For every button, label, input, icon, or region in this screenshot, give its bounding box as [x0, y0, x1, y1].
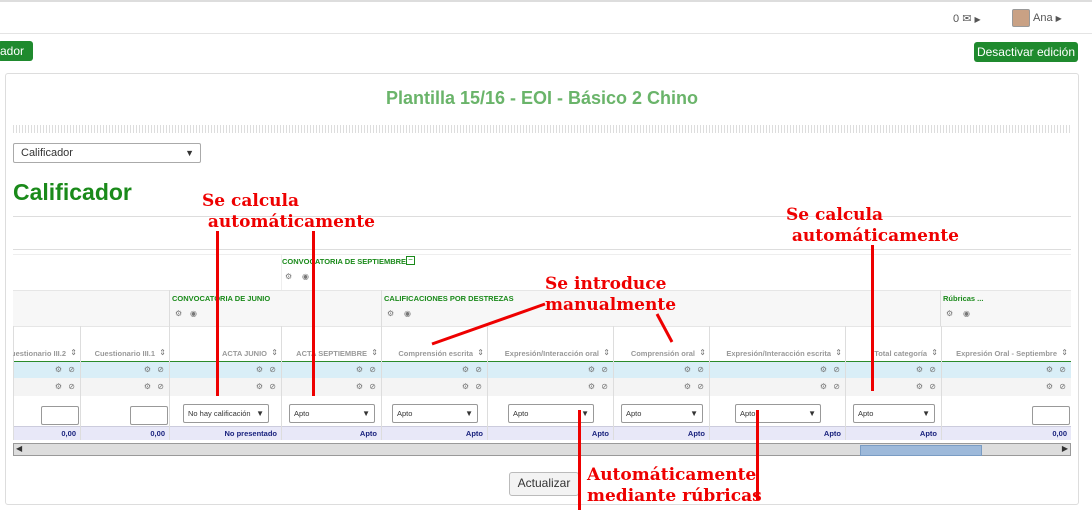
- arrow-line: [655, 313, 674, 343]
- annotation-arrows: [431, 302, 674, 346]
- arrow-line: [431, 302, 546, 346]
